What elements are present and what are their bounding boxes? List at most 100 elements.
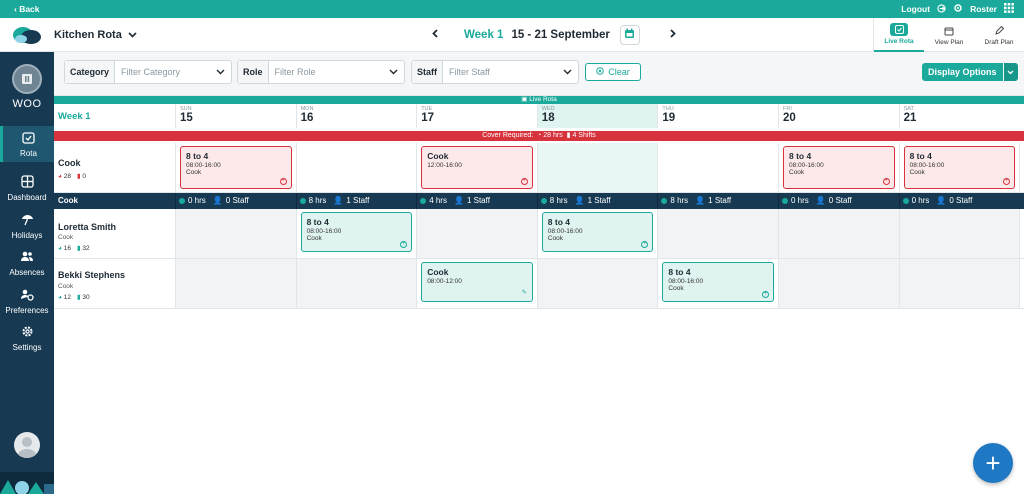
shift-time: 08:00-16:00 [909, 162, 945, 169]
sidebar-item-holidays[interactable]: Holidays [0, 208, 54, 244]
sidebar-item-settings[interactable]: Settings [0, 320, 54, 356]
chevron-down-icon [563, 67, 572, 77]
add-shift-button[interactable]: + [973, 443, 1013, 483]
rota-cell [295, 259, 417, 309]
role-filter-label: Role [238, 61, 269, 83]
shift-time: 08:00-12:00 [427, 278, 462, 285]
category-filter[interactable]: Category Filter Category [64, 60, 232, 84]
settings-gear-icon[interactable] [953, 3, 963, 15]
view-switcher: Live Rota View Plan Draft Plan [873, 18, 1024, 52]
day-column-header[interactable]: SAT 21 [898, 104, 1020, 128]
shift-card[interactable]: 8 to 4 08:00-16:00 Cook + [783, 146, 895, 189]
summary-hours: 8 hrs [308, 196, 327, 205]
summary-staff: 1 Staff [346, 196, 370, 205]
pencil-icon[interactable]: ✎ [521, 290, 528, 298]
hours-icon [179, 197, 185, 204]
hours-icon: ◕ [58, 244, 62, 252]
shift-card[interactable]: Cook 08:00-12:00 ✎ [421, 262, 533, 302]
shift-card[interactable]: 8 to 4 08:00-16:00 Cook + [300, 212, 413, 252]
staff-filter-field: Filter Staff [443, 61, 578, 83]
category-filter-field: Filter Category [115, 61, 231, 83]
shift-card[interactable]: 8 to 4 08:00-16:00 Cook + [903, 146, 1016, 189]
tab-live-rota[interactable]: Live Rota [874, 18, 924, 52]
clear-icon [596, 67, 605, 77]
day-column-header[interactable]: MON 16 [295, 104, 417, 128]
summary-cell: 8 hrs 👤 1 Staff [661, 196, 731, 205]
user-avatar[interactable] [14, 432, 40, 458]
logout-icon[interactable] [937, 3, 946, 15]
add-circle-icon[interactable]: + [1003, 178, 1011, 185]
summary-staff: 1 Staff [587, 196, 611, 205]
apps-grid-icon[interactable] [1004, 3, 1014, 15]
category-filter-placeholder: Filter Category [121, 67, 181, 77]
sidebar-item-absences[interactable]: Absences [0, 245, 54, 281]
next-week-button[interactable] [670, 29, 676, 41]
summary-divider [175, 193, 176, 209]
shift-role: Cook [909, 169, 925, 176]
role-filter[interactable]: Role Filter Role [237, 60, 405, 84]
logout-link[interactable]: Logout [901, 4, 930, 14]
rota-cell [175, 209, 296, 259]
hours-icon: ◕ [58, 172, 62, 180]
shift-title: 8 to 4 [547, 217, 570, 227]
draft-plan-icon [990, 24, 1008, 37]
summary-divider [295, 193, 297, 209]
app-logo [12, 24, 42, 46]
shifts-icon: ▮ [76, 173, 81, 180]
day-column-header[interactable]: WED 18 [536, 104, 658, 128]
add-circle-icon[interactable]: + [761, 291, 769, 298]
staff-icon: 👤 [212, 196, 223, 205]
sidebar-item-preferences[interactable]: Preferences [0, 283, 54, 319]
hours-icon [782, 197, 788, 204]
rota-cell [416, 209, 537, 259]
staff-icon: 👤 [936, 196, 947, 205]
add-circle-icon[interactable]: + [279, 178, 287, 185]
role-filter-field: Filter Role [269, 61, 404, 83]
tab-view-plan[interactable]: View Plan [924, 18, 974, 52]
clear-filters-button[interactable]: Clear [585, 63, 641, 81]
summary-divider [898, 193, 900, 209]
prev-week-button[interactable] [432, 29, 438, 41]
day-number: 17 [421, 112, 434, 124]
shift-time: 08:00-16:00 [789, 162, 824, 169]
day-column-header[interactable]: THU 19 [657, 104, 778, 128]
back-link[interactable]: ‹ Back [14, 4, 40, 14]
roster-label[interactable]: Roster [970, 4, 997, 14]
shift-time: 12:00-16:00 [427, 162, 462, 169]
rota-title: Kitchen Rota [54, 29, 122, 41]
add-circle-icon[interactable]: + [520, 178, 528, 185]
top-bar: ‹ Back Logout Roster [0, 0, 1024, 18]
summary-staff: 1 Staff [708, 196, 732, 205]
tab-draft-plan[interactable]: Draft Plan [974, 18, 1024, 52]
staff-name[interactable]: Loretta Smith [58, 222, 116, 232]
day-number: 18 [541, 112, 555, 124]
chevron-down-icon[interactable] [1003, 63, 1018, 81]
summary-divider [657, 193, 659, 209]
day-column-header[interactable]: SUN 15 [175, 104, 296, 128]
staff-stats: ◕ 16 ▮ 32 [58, 244, 90, 253]
staff-filter[interactable]: Staff Filter Staff [411, 60, 579, 84]
staff-icon: 👤 [333, 196, 344, 205]
day-column-header[interactable]: FRI 20 [778, 104, 899, 128]
calendar-button[interactable] [619, 25, 640, 45]
sidebar-item-dashboard[interactable]: Dashboard [0, 170, 54, 206]
sidebar-item-rota[interactable]: Rota [0, 126, 54, 162]
add-circle-icon[interactable]: + [641, 241, 649, 248]
shift-time: 08:00-16:00 [306, 228, 342, 235]
staff-shifts: 32 [82, 245, 90, 252]
shift-card[interactable]: 8 to 4 08:00-16:00 Cook + [662, 262, 774, 302]
shift-card[interactable]: 8 to 4 08:00-16:00 Cook + [180, 146, 292, 189]
summary-staff: 0 Staff [949, 196, 973, 205]
add-circle-icon[interactable]: + [882, 178, 890, 185]
shift-title: Cook [427, 267, 449, 277]
chevron-down-icon [389, 67, 398, 77]
staff-name[interactable]: Bekki Stephens [58, 270, 125, 280]
summary-cell: 4 hrs 👤 1 Staff [420, 196, 490, 205]
shift-card[interactable]: Cook 12:00-16:00 + [421, 146, 533, 189]
shift-card[interactable]: 8 to 4 08:00-16:00 Cook + [541, 212, 654, 252]
day-column-header[interactable]: TUE 17 [416, 104, 537, 128]
display-options-button[interactable]: Display Options [922, 63, 1018, 81]
add-circle-icon[interactable]: + [400, 241, 408, 248]
rota-selector[interactable]: Kitchen Rota [54, 29, 137, 41]
summary-hours: 0 hrs [911, 196, 930, 205]
